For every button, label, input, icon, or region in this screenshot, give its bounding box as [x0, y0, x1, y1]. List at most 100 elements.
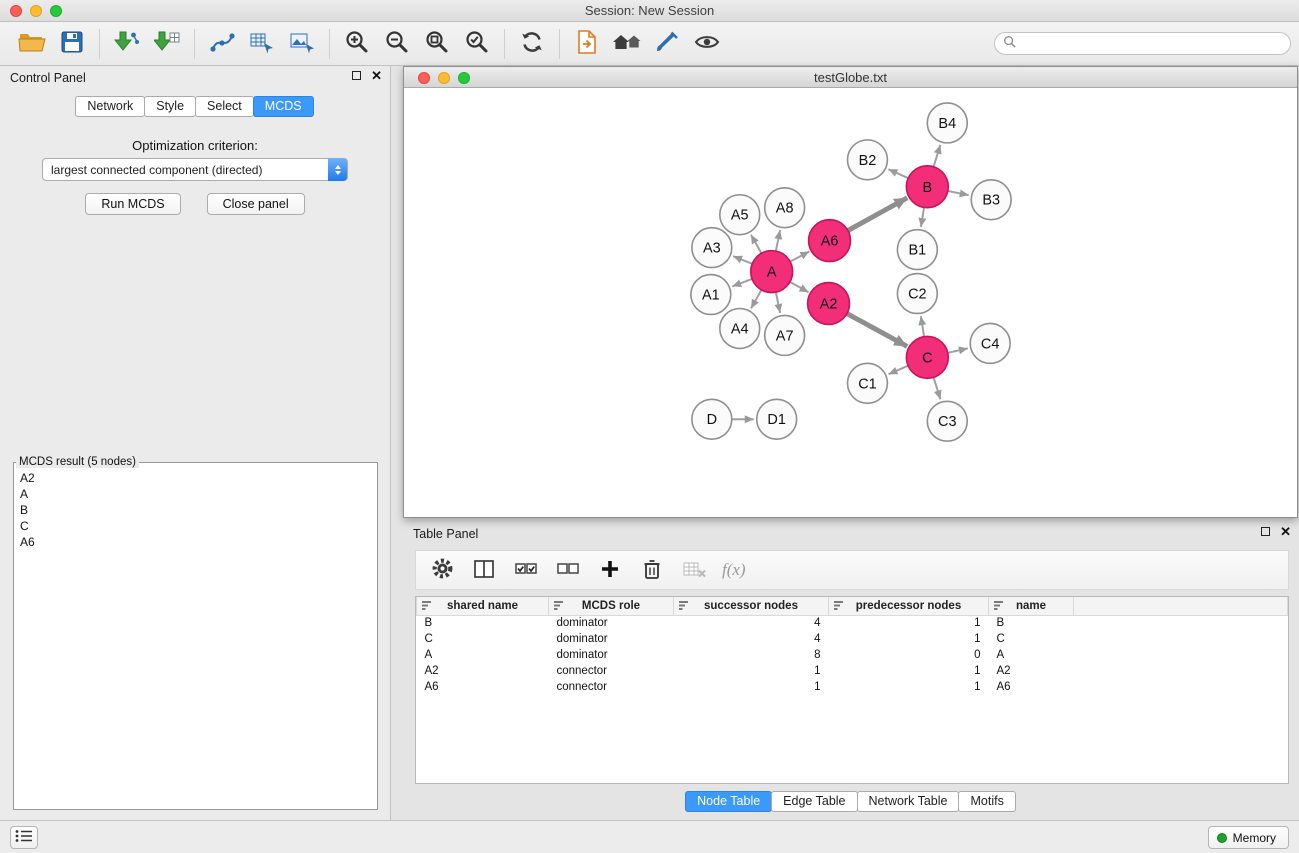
graph-edge-A-A8[interactable]: [776, 230, 780, 252]
graph-edge-B-B4[interactable]: [933, 145, 940, 168]
float-table-panel-icon[interactable]: [1261, 527, 1270, 536]
cell-successor-nodes[interactable]: 4: [674, 631, 829, 647]
graph-node-A[interactable]: A: [751, 251, 793, 293]
table-tab-network-table[interactable]: Network Table: [857, 791, 960, 812]
graph-node-C2[interactable]: C2: [897, 274, 937, 314]
zoom-fit-button[interactable]: [417, 26, 457, 62]
graph-node-B[interactable]: B: [906, 166, 948, 208]
graph-node-C3[interactable]: C3: [927, 401, 967, 441]
graph-node-A3[interactable]: A3: [692, 228, 732, 268]
graph-edge-C-C1[interactable]: [889, 365, 909, 374]
graph-edge-A-A1[interactable]: [732, 279, 753, 287]
table-row[interactable]: Cdominator41C: [417, 631, 1288, 647]
graph-edge-C-C4[interactable]: [947, 348, 968, 353]
cell-predecessor-nodes[interactable]: 1: [829, 663, 989, 679]
cell-predecessor-nodes[interactable]: 1: [829, 679, 989, 695]
graph-edge-C-C2[interactable]: [921, 316, 924, 337]
cell-name[interactable]: A2: [989, 663, 1074, 679]
new-network-button[interactable]: [202, 26, 242, 62]
graph-edge-A-A5[interactable]: [751, 235, 762, 254]
network-from-table-button[interactable]: [242, 26, 282, 62]
run-mcds-button[interactable]: Run MCDS: [85, 193, 180, 215]
zoom-selected-button[interactable]: [457, 26, 497, 62]
cell-name[interactable]: C: [989, 631, 1074, 647]
settings-gear-button[interactable]: [428, 555, 456, 585]
deselect-all-checkboxes-button[interactable]: [554, 555, 582, 585]
graph-edge-A-A2[interactable]: [789, 281, 808, 292]
cell-predecessor-nodes[interactable]: 1: [829, 615, 989, 631]
graph-node-A8[interactable]: A8: [765, 188, 805, 228]
graph-edge-A-A6[interactable]: [789, 251, 809, 262]
graph-edge-A-A3[interactable]: [733, 256, 753, 264]
close-panel-button[interactable]: Close panel: [207, 193, 305, 215]
task-history-button[interactable]: [10, 826, 38, 849]
search-input[interactable]: [1021, 37, 1282, 51]
zoom-out-button[interactable]: [377, 26, 417, 62]
graph-edge-B-B3[interactable]: [947, 191, 969, 195]
graph-node-A1[interactable]: A1: [691, 275, 731, 315]
cell-successor-nodes[interactable]: 1: [674, 679, 829, 695]
home-button[interactable]: [607, 26, 647, 62]
network-window-titlebar[interactable]: testGlobe.txt: [404, 67, 1297, 88]
cell-MCDS-role[interactable]: dominator: [549, 631, 674, 647]
column-header-successor-nodes[interactable]: successor nodes: [674, 597, 829, 615]
tab-network[interactable]: Network: [75, 96, 145, 117]
table-row[interactable]: Bdominator41B: [417, 615, 1288, 631]
select-all-checkboxes-button[interactable]: [512, 555, 540, 585]
cell-shared-name[interactable]: B: [417, 615, 549, 631]
mcds-result-item[interactable]: B: [20, 502, 371, 518]
tab-select[interactable]: Select: [195, 96, 254, 117]
graph-node-B1[interactable]: B1: [897, 230, 937, 270]
graph-edge-B-B1[interactable]: [921, 206, 924, 226]
mcds-result-item[interactable]: A2: [20, 470, 371, 486]
graph-edge-A-A4[interactable]: [751, 289, 762, 308]
graph-node-D[interactable]: D: [692, 399, 732, 439]
table-row[interactable]: A6connector11A6: [417, 679, 1288, 695]
graph-node-B2[interactable]: B2: [848, 140, 888, 180]
graph-edge-B-B2[interactable]: [888, 169, 909, 178]
graph-node-A4[interactable]: A4: [720, 308, 760, 348]
graph-node-A7[interactable]: A7: [765, 315, 805, 355]
table-tab-node-table[interactable]: Node Table: [685, 791, 772, 812]
table-row[interactable]: Adominator80A: [417, 647, 1288, 663]
graph-node-D1[interactable]: D1: [757, 399, 797, 439]
column-header-name[interactable]: name: [989, 597, 1074, 615]
add-row-button[interactable]: [596, 555, 624, 585]
graph-node-A2[interactable]: A2: [808, 283, 850, 325]
search-box[interactable]: [994, 32, 1291, 55]
cell-MCDS-role[interactable]: connector: [549, 663, 674, 679]
graph-node-B4[interactable]: B4: [927, 103, 967, 143]
tab-mcds[interactable]: MCDS: [253, 96, 314, 117]
close-panel-icon[interactable]: ✕: [371, 70, 382, 81]
table-row[interactable]: A2connector11A2: [417, 663, 1288, 679]
zoom-in-button[interactable]: [337, 26, 377, 62]
cell-shared-name[interactable]: A: [417, 647, 549, 663]
cell-MCDS-role[interactable]: dominator: [549, 647, 674, 663]
cell-shared-name[interactable]: A6: [417, 679, 549, 695]
show-details-eye-button[interactable]: [687, 26, 727, 62]
cell-successor-nodes[interactable]: 4: [674, 615, 829, 631]
graph-node-A6[interactable]: A6: [809, 220, 851, 262]
graph-node-A5[interactable]: A5: [720, 195, 760, 235]
graph-node-C1[interactable]: C1: [848, 363, 888, 403]
tab-style[interactable]: Style: [144, 96, 196, 117]
style-brush-button[interactable]: [647, 26, 687, 62]
graph-node-C4[interactable]: C4: [970, 323, 1010, 363]
cell-name[interactable]: A6: [989, 679, 1074, 695]
cell-MCDS-role[interactable]: dominator: [549, 615, 674, 631]
save-session-button[interactable]: [52, 26, 92, 62]
delete-row-button[interactable]: [638, 555, 666, 585]
table-tab-motifs[interactable]: Motifs: [958, 791, 1015, 812]
mcds-result-item[interactable]: A: [20, 486, 371, 502]
mcds-result-item[interactable]: A6: [20, 534, 371, 550]
graph-node-C[interactable]: C: [906, 336, 948, 378]
cell-MCDS-role[interactable]: connector: [549, 679, 674, 695]
column-header-predecessor-nodes[interactable]: predecessor nodes: [829, 597, 989, 615]
cell-name[interactable]: B: [989, 615, 1074, 631]
import-network-button[interactable]: [107, 26, 147, 62]
export-image-button[interactable]: [282, 26, 322, 62]
open-session-button[interactable]: [12, 26, 52, 62]
graph-edge-A-A7[interactable]: [776, 291, 780, 313]
column-layout-button[interactable]: [470, 555, 498, 585]
refresh-layout-button[interactable]: [512, 26, 552, 62]
